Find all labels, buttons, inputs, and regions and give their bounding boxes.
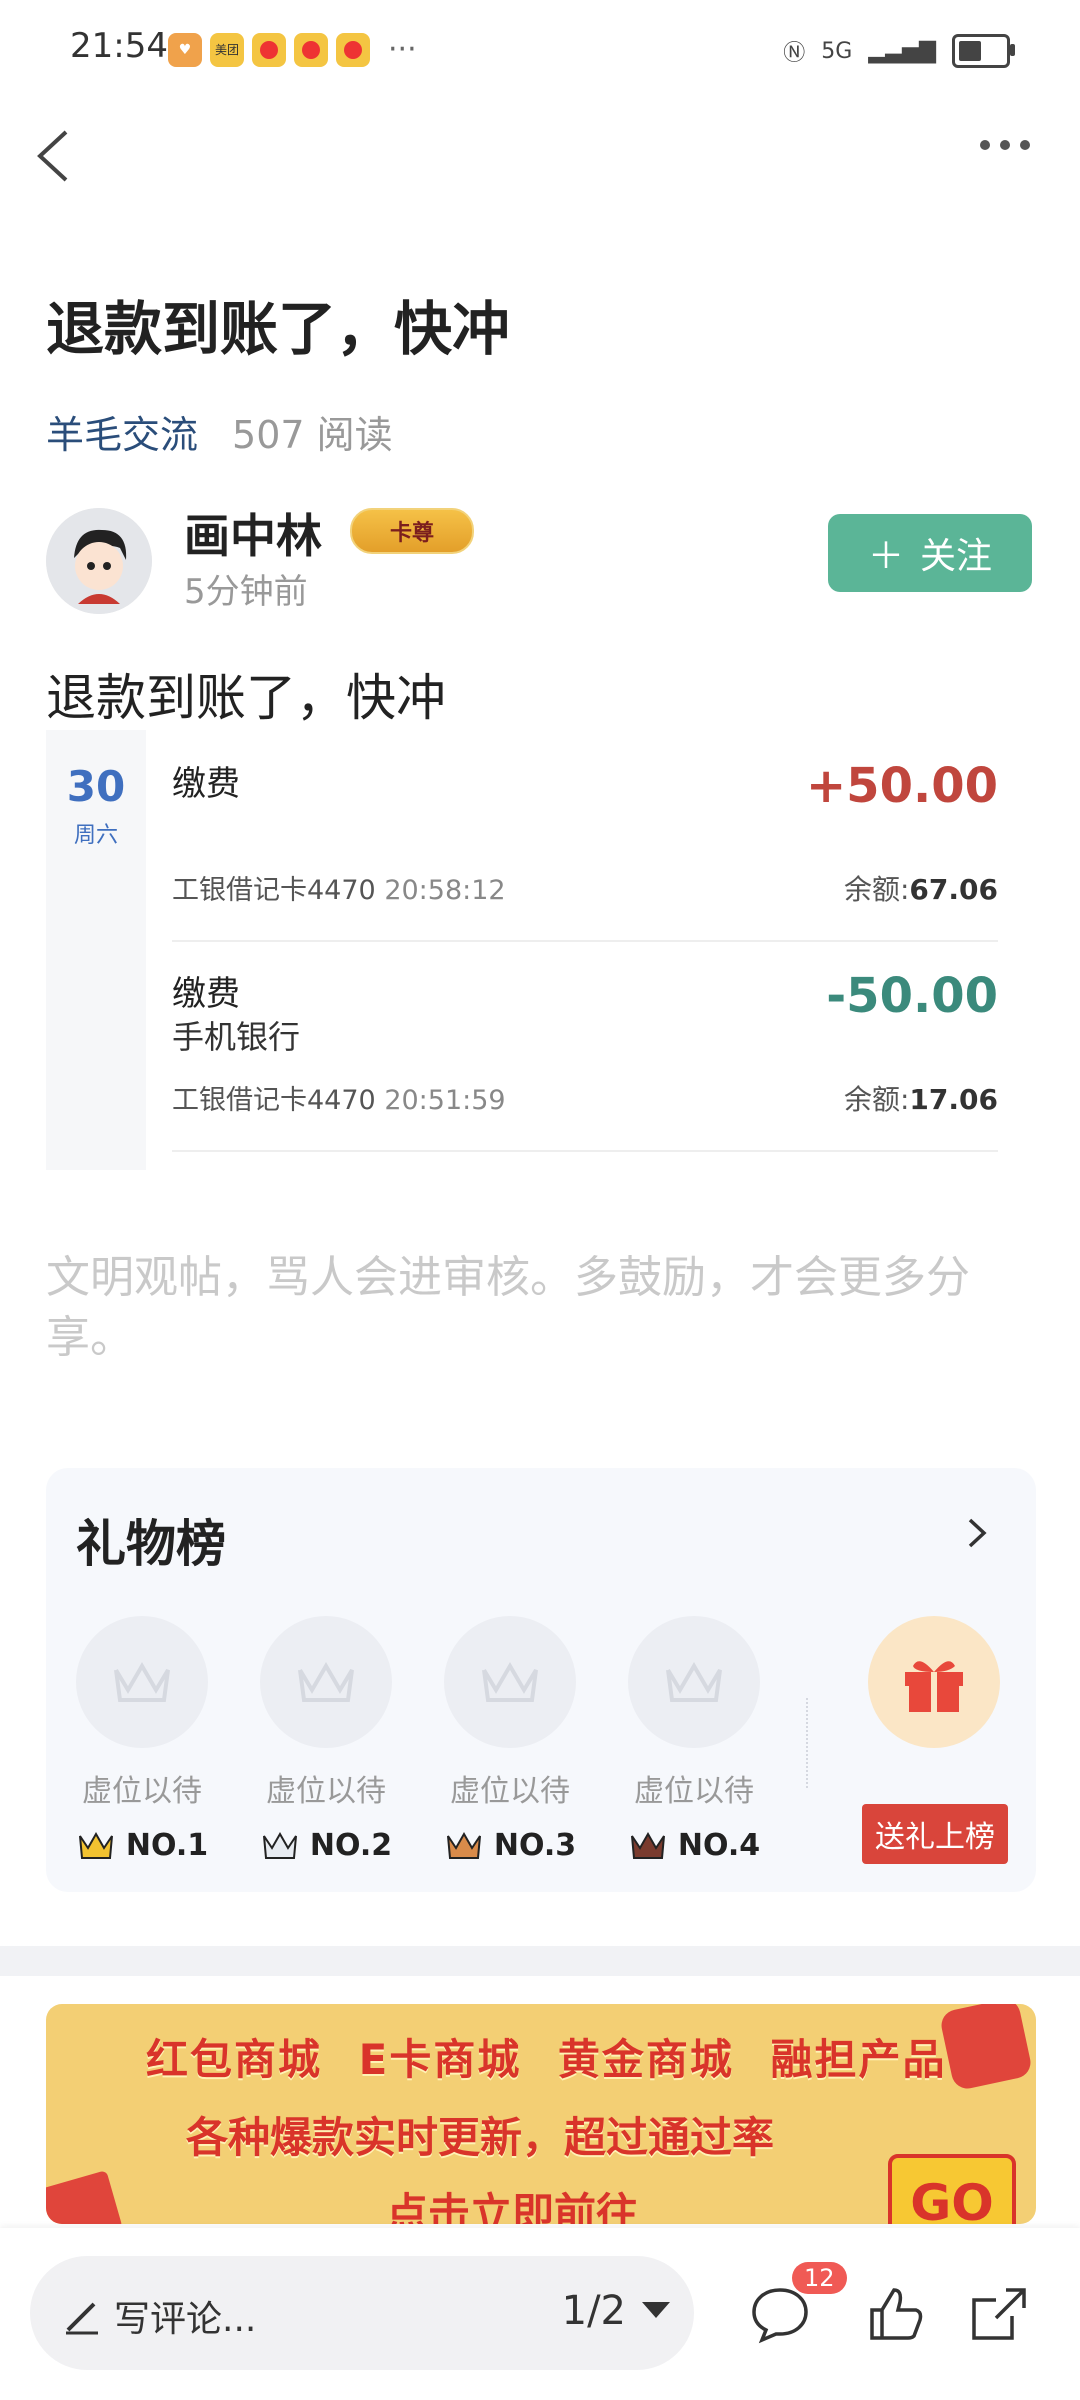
nfc-icon: Ⓝ — [783, 41, 806, 66]
red-envelope-icon — [46, 2170, 123, 2224]
txn-balance: 余额:67.06 — [843, 873, 998, 906]
slot-label: 虚位以待 — [450, 1774, 570, 1809]
post-title: 退款到账了，快冲 — [46, 295, 511, 363]
more-options-icon[interactable] — [980, 140, 1030, 150]
transaction-row: 缴费 +50.00 工银借记卡4470 20:58:12 余额:67.06 — [172, 730, 998, 942]
network-label: 5G — [821, 38, 853, 64]
txn-name: 缴费 — [172, 764, 240, 804]
post-body: 退款到账了，快冲 — [46, 669, 446, 727]
shield-app-icon: ♥ — [168, 32, 202, 67]
weibo-icon — [252, 32, 286, 67]
banner-line-1: 红包商城 E卡商城 黄金商城 融担产品 — [146, 2035, 947, 2084]
slot-rank: NO.2 — [256, 1828, 396, 1863]
page-dropdown-icon[interactable] — [642, 2302, 670, 2318]
go-button[interactable]: GO — [888, 2154, 1016, 2224]
slot-label: 虚位以待 — [634, 1774, 754, 1809]
group-link[interactable]: 羊毛交流 — [46, 404, 198, 459]
post-image-bank-records[interactable]: 30 周六 缴费 +50.00 工银借记卡4470 20:58:12 余额:67… — [46, 730, 1000, 1170]
chevron-right-icon[interactable] — [960, 1516, 994, 1550]
gift-slot[interactable]: 虚位以待 NO.1 — [72, 1616, 212, 1863]
post-time: 5分钟前 — [184, 572, 308, 612]
slot-label: 虚位以待 — [266, 1774, 386, 1809]
txn-amount: +50.00 — [805, 758, 998, 814]
banner-line-2: 各种爆款实时更新，超过通过率 — [186, 2113, 775, 2162]
txn-channel: 手机银行 — [172, 1018, 301, 1056]
date-day: 30 — [66, 762, 126, 811]
txn-card: 工银借记卡4470 20:58:12 — [172, 875, 506, 906]
banner-line-3: 点击立即前往 — [386, 2189, 639, 2224]
avatar[interactable] — [46, 508, 152, 614]
gift-board-title: 礼物榜 — [76, 1515, 226, 1573]
promo-banner[interactable]: 红包商城 E卡商城 黄金商城 融担产品 各种爆款实时更新，超过通过率 点击立即前… — [46, 2004, 1036, 2224]
bronze-crown-icon — [446, 1831, 481, 1859]
gift-slot[interactable]: 虚位以待 NO.4 — [624, 1616, 764, 1863]
mascot-icon — [938, 2004, 1034, 2092]
battery-icon — [952, 34, 1015, 68]
share-icon[interactable] — [966, 2282, 1030, 2346]
txn-name: 缴费 — [172, 974, 240, 1014]
pencil-icon — [66, 2302, 98, 2335]
crown-icon — [628, 1616, 760, 1748]
date-weekday: 周六 — [73, 823, 118, 848]
post-meta: 羊毛交流 507 阅读 — [46, 404, 393, 459]
silver-crown-icon — [262, 1831, 297, 1859]
slot-label: 虚位以待 — [82, 1774, 202, 1809]
gift-slot[interactable]: 虚位以待 NO.3 — [440, 1616, 580, 1863]
read-count: 507 阅读 — [232, 413, 393, 457]
slot-rank: NO.4 — [624, 1828, 764, 1863]
like-icon[interactable] — [864, 2282, 928, 2346]
comment-count-badge: 12 — [792, 2262, 847, 2294]
follow-button[interactable]: ＋ 关注 — [828, 514, 1032, 592]
gift-box-icon[interactable] — [868, 1616, 1000, 1748]
crown-icon — [444, 1616, 576, 1748]
status-bar: 21:54 ♥ 美团 ··· Ⓝ 5G ▂▃▅▇ — [0, 0, 1080, 100]
follow-label: 关注 — [920, 536, 993, 577]
notification-icons: ♥ 美团 ··· — [168, 32, 417, 67]
weibo-icon — [336, 32, 370, 67]
gift-board: 礼物榜 虚位以待 NO.1 虚位以待 NO.2 虚位以待 NO.3 虚位以待 N… — [46, 1468, 1036, 1892]
plus-icon: ＋ — [867, 536, 904, 577]
txn-amount: -50.00 — [826, 968, 998, 1024]
community-notice: 文明观帖，骂人会进审核。多鼓励，才会更多分享。 — [46, 1252, 970, 1363]
divider — [806, 1698, 810, 1788]
author-name[interactable]: 画中林 — [184, 500, 322, 566]
dark-crown-icon — [630, 1831, 665, 1859]
gold-crown-icon — [78, 1831, 113, 1859]
back-icon[interactable] — [28, 126, 88, 186]
slot-rank: NO.1 — [72, 1828, 212, 1863]
slot-rank: NO.3 — [440, 1828, 580, 1863]
page-indicator[interactable]: 1/2 — [562, 2288, 626, 2334]
send-gift-button[interactable]: 送礼上榜 — [862, 1804, 1008, 1864]
signal-icon: ▂▃▅▇ — [868, 38, 936, 64]
crown-icon — [76, 1616, 208, 1748]
gift-slot[interactable]: 虚位以待 NO.2 — [256, 1616, 396, 1863]
txn-card: 工银借记卡4470 20:51:59 — [172, 1085, 506, 1116]
meituan-icon: 美团 — [210, 32, 244, 67]
crown-icon — [260, 1616, 392, 1748]
transaction-row: 缴费 手机银行 -50.00 工银借记卡4470 20:51:59 余额:17.… — [172, 940, 998, 1152]
weibo-icon — [294, 32, 328, 67]
comment-input[interactable]: 写评论... 1/2 — [30, 2256, 694, 2370]
date-column: 30 周六 — [46, 730, 146, 1170]
bottom-action-bar: 写评论... 1/2 12 — [0, 2228, 1080, 2400]
txn-balance: 余额:17.06 — [843, 1083, 998, 1116]
system-icons: Ⓝ 5G ▂▃▅▇ — [783, 34, 1015, 68]
section-divider — [0, 1946, 1080, 1976]
status-time: 21:54 — [70, 26, 168, 66]
more-notifications-icon: ··· — [388, 32, 417, 67]
vip-badge: 卡尊 — [350, 508, 474, 554]
comment-placeholder: 写评论... — [114, 2299, 257, 2340]
